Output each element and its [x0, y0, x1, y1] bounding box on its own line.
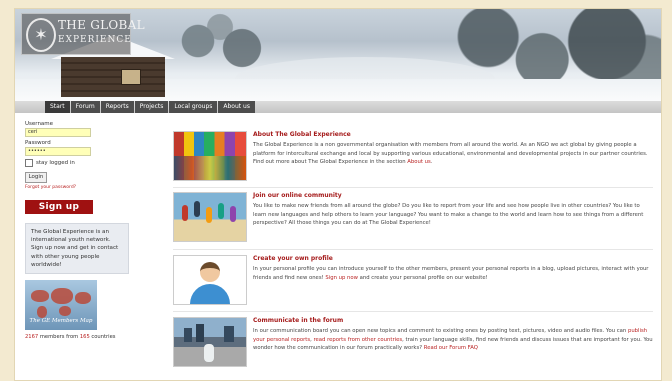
- countries-count[interactable]: 165: [80, 334, 90, 340]
- city-people-image: [173, 317, 247, 367]
- section-community: Join our online community You like to ma…: [173, 192, 653, 242]
- nav-item-projects[interactable]: Projects: [134, 101, 169, 113]
- username-input[interactable]: ceri: [25, 128, 91, 137]
- read-reports-link[interactable]: read reports from other countries: [313, 337, 402, 343]
- stay-logged-label: stay logged in: [36, 160, 75, 166]
- about-us-link[interactable]: About us: [407, 159, 430, 165]
- avatar-icon: [200, 262, 220, 282]
- stay-logged-row: stay logged in: [25, 159, 145, 167]
- section-profile: Create your own profile In your personal…: [173, 255, 653, 305]
- profile-avatar-image: [173, 255, 247, 305]
- password-input[interactable]: ••••••: [25, 147, 91, 156]
- nav-item-forum[interactable]: Forum: [70, 101, 100, 113]
- nav-item-reports[interactable]: Reports: [100, 101, 134, 113]
- login-button[interactable]: Login: [25, 172, 47, 183]
- forum-faq-link[interactable]: Read our Forum FAQ: [424, 345, 478, 351]
- logo-emblem-icon: ✶: [26, 18, 56, 52]
- password-label: Password: [25, 140, 51, 146]
- main-nav: Start Forum Reports Projects Local group…: [45, 101, 256, 113]
- info-box: The Global Experience is an internationa…: [25, 223, 129, 275]
- header-banner: ✶ THE GLOBAL EXPERIENCE: [15, 9, 661, 101]
- flags-image: [173, 131, 247, 181]
- divider: [173, 311, 653, 312]
- jumping-people-image: [173, 192, 247, 242]
- members-map[interactable]: The GE Members Map: [25, 280, 97, 331]
- section-profile-text: In your personal profile you can introdu…: [253, 266, 649, 281]
- section-about-text: The Global Experience is a non governmen…: [253, 142, 648, 166]
- section-about: About The Global Experience The Global E…: [173, 131, 653, 181]
- nav-item-local-groups[interactable]: Local groups: [169, 101, 218, 113]
- divider: [173, 249, 653, 250]
- signup-button[interactable]: Sign up: [25, 200, 93, 214]
- section-profile-title: Create your own profile: [253, 255, 333, 262]
- logo-subtitle: EXPERIENCE: [58, 35, 132, 45]
- section-about-title: About The Global Experience: [253, 131, 351, 138]
- nav-item-start[interactable]: Start: [45, 101, 70, 113]
- members-count[interactable]: 2167: [25, 334, 38, 340]
- username-label: Username: [25, 121, 54, 127]
- forgot-password-link[interactable]: Forgot your password?: [25, 185, 145, 190]
- section-forum-text: In our communication board you can open …: [253, 328, 653, 352]
- site-logo[interactable]: ✶ THE GLOBAL EXPERIENCE: [21, 13, 145, 55]
- section-forum: Communicate in the forum In our communic…: [173, 317, 653, 367]
- section-community-text: You like to make new friends from all ar…: [253, 203, 644, 227]
- sign-up-now-link[interactable]: Sign up now: [325, 275, 358, 281]
- members-count-text: 2167 members from 165 countries: [25, 334, 116, 341]
- page-frame: ✶ THE GLOBAL EXPERIENCE Start Forum Repo…: [14, 8, 662, 381]
- divider: [173, 187, 653, 188]
- section-forum-title: Communicate in the forum: [253, 317, 344, 324]
- nav-item-about-us[interactable]: About us: [218, 101, 255, 113]
- sidebar: Username ceri Password •••••• stay logge…: [25, 121, 145, 340]
- section-community-title: Join our online community: [253, 192, 342, 199]
- map-caption: The GE Members Map: [29, 318, 93, 325]
- logo-title: THE GLOBAL: [58, 18, 145, 32]
- stay-logged-checkbox[interactable]: [25, 159, 33, 167]
